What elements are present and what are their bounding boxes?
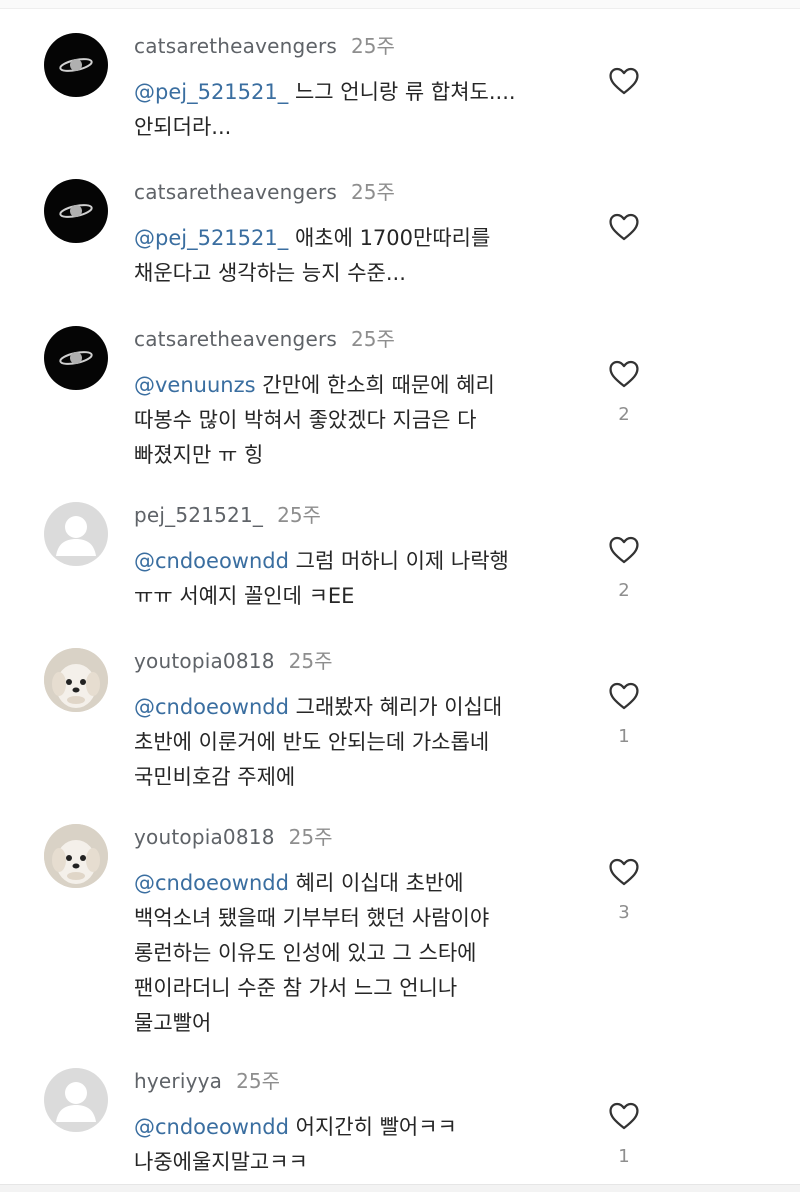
mention-link[interactable]: @venuunzs [134, 373, 256, 397]
mention-link[interactable]: @cndoeowndd [134, 1115, 289, 1139]
comment-line: 초반에 이룬거에 반도 안되는데 가소롭네 [134, 730, 490, 754]
like-control: 2 [604, 533, 644, 603]
comment-text: @cndoeowndd 그럼 머하니 이제 나락행 ㅠㅠ 서예지 꼴인데 ㅋEE [134, 544, 574, 614]
comment-text: @cndoeowndd 어지간히 빨어ㅋㅋ 나중에울지말고ㅋㅋ [134, 1110, 574, 1180]
heart-icon[interactable] [606, 533, 642, 567]
comment-text: @venuunzs 간만에 한소희 때문에 혜리 따봉수 많이 박혀서 좋았겠다… [134, 368, 574, 473]
top-edge [0, 0, 800, 9]
comment-line: 팬이라더니 수준 참 가서 느그 언니나 [134, 976, 458, 1000]
comment-text: @pej_521521_ 애초에 1700만따리를 채운다고 생각하는 능지 수… [134, 221, 574, 291]
saturn-avatar[interactable] [44, 179, 108, 243]
like-count: 3 [618, 902, 630, 923]
comment-header: catsaretheavengers 25주 [134, 326, 395, 352]
comment-header: youtopia0818 25주 [134, 648, 333, 674]
mention-link[interactable]: @cndoeowndd [134, 695, 289, 719]
comment-line: 그럼 머하니 이제 나락행 [295, 549, 509, 573]
like-control: 1 [604, 1099, 644, 1169]
comment-line: 어지간히 빨어ㅋㅋ [295, 1115, 457, 1139]
timestamp: 25주 [288, 825, 333, 849]
like-control: 1 [604, 679, 644, 749]
timestamp: 25주 [288, 649, 333, 673]
comment-text: @pej_521521_ 느그 언니랑 류 합쳐도.... 안되더라... [134, 75, 574, 145]
timestamp: 25주 [351, 180, 395, 204]
like-control [604, 210, 644, 280]
saturn-avatar[interactable] [44, 326, 108, 390]
dog-avatar[interactable] [44, 648, 108, 712]
like-control: 2 [604, 357, 644, 427]
timestamp: 25주 [277, 503, 321, 527]
comment-line: 애초에 1700만따리를 [294, 226, 491, 250]
comment-line: 국민비호감 주제에 [134, 765, 296, 789]
like-control: 3 [604, 855, 644, 925]
like-count [604, 256, 644, 280]
comment-line: 빠졌지만 ㅠ 힝 [134, 443, 264, 467]
heart-icon[interactable] [606, 210, 642, 244]
username[interactable]: pej_521521_ [134, 503, 263, 527]
like-count: 1 [618, 726, 630, 747]
username[interactable]: youtopia0818 [134, 825, 275, 849]
default-avatar[interactable] [44, 502, 108, 566]
timestamp: 25주 [351, 34, 395, 58]
comment-line: 간만에 한소희 때문에 혜리 [262, 373, 495, 397]
comment-line: 롱런하는 이유도 인성에 있고 그 스타에 [134, 941, 477, 965]
comment-line: 혜리 이십대 초반에 [295, 871, 464, 895]
mention-link[interactable]: @cndoeowndd [134, 871, 289, 895]
default-avatar[interactable] [44, 1068, 108, 1132]
comment-header: catsaretheavengers 25주 [134, 33, 395, 59]
heart-icon[interactable] [606, 357, 642, 391]
heart-icon[interactable] [606, 64, 642, 98]
comment-text: @cndoeowndd 혜리 이십대 초반에 백억소녀 됐을때 기부부터 했던 … [134, 866, 574, 1041]
like-count: 2 [618, 580, 630, 601]
dog-avatar[interactable] [44, 824, 108, 888]
username[interactable]: catsaretheavengers [134, 327, 337, 351]
comment-line: 느그 언니랑 류 합쳐도.... [294, 80, 516, 104]
comment-line: 백억소녀 됐을때 기부부터 했던 사람이야 [134, 906, 490, 930]
comment-header: hyeriyya 25주 [134, 1068, 280, 1094]
like-count: 2 [618, 404, 630, 425]
comment-line: 그래봤자 혜리가 이십대 [295, 695, 503, 719]
comment-line: ㅠㅠ 서예지 꼴인데 ㅋEE [134, 584, 355, 608]
username[interactable]: hyeriyya [134, 1069, 222, 1093]
like-count [604, 110, 644, 134]
mention-link[interactable]: @pej_521521_ [134, 80, 288, 104]
comment-line: 안되더라... [134, 115, 232, 139]
mention-link[interactable]: @pej_521521_ [134, 226, 288, 250]
comment-header: pej_521521_ 25주 [134, 502, 321, 528]
saturn-avatar[interactable] [44, 33, 108, 97]
heart-icon[interactable] [606, 855, 642, 889]
comment-line: 따봉수 많이 박혀서 좋았겠다 지금은 다 [134, 408, 477, 432]
mention-link[interactable]: @cndoeowndd [134, 549, 289, 573]
like-control [604, 64, 644, 134]
timestamp: 25주 [236, 1069, 280, 1093]
username[interactable]: youtopia0818 [134, 649, 275, 673]
comment-line: 채운다고 생각하는 능지 수준... [134, 261, 406, 285]
heart-icon[interactable] [606, 679, 642, 713]
comment-text: @cndoeowndd 그래봤자 혜리가 이십대 초반에 이룬거에 반도 안되는… [134, 690, 574, 795]
heart-icon[interactable] [606, 1099, 642, 1133]
username[interactable]: catsaretheavengers [134, 180, 337, 204]
comment-line: 나중에울지말고ㅋㅋ [134, 1150, 308, 1174]
comment-line: 물고빨어 [134, 1011, 212, 1035]
comment-header: catsaretheavengers 25주 [134, 179, 395, 205]
timestamp: 25주 [351, 327, 395, 351]
comment-header: youtopia0818 25주 [134, 824, 333, 850]
username[interactable]: catsaretheavengers [134, 34, 337, 58]
like-count: 1 [618, 1146, 630, 1167]
